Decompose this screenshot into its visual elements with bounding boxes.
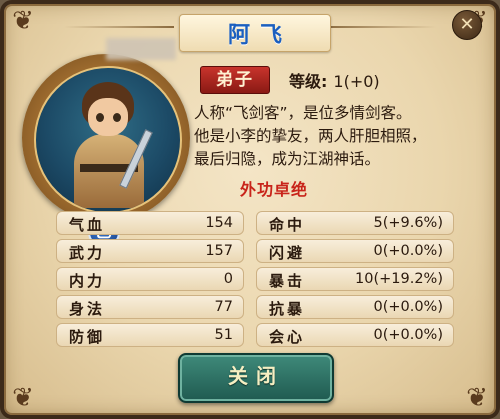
corner-ornament-icon: ❦: [466, 383, 488, 413]
stat-name: 气血: [69, 216, 106, 234]
stat-name: 暴击: [269, 272, 306, 290]
description-line: 他是小李的挚友，两人肝胆相照，: [194, 127, 427, 145]
skill-label: 外功卓绝: [240, 180, 309, 199]
description-line: 最后归隐，成为江湖神话。: [194, 150, 381, 168]
character-name: 阿飞: [227, 23, 292, 48]
stat-value: 0(+0.0%): [373, 327, 443, 343]
role-tag: 弟子: [200, 66, 270, 94]
close-icon[interactable]: ✕: [452, 10, 482, 40]
character-eye: [96, 113, 104, 122]
corner-ornament-icon: ❦: [12, 6, 34, 36]
stat-row: 防御 51: [56, 323, 244, 347]
stat-value: 51: [214, 327, 233, 343]
stat-name: 武力: [69, 244, 106, 262]
character-description: 人称“飞剑客”，是位多情剑客。 他是小李的挚友，两人肝胆相照， 最后归隐，成为江…: [194, 102, 486, 171]
description-line: 人称“飞剑客”，是位多情剑客。: [194, 104, 412, 122]
title-ornament: [64, 26, 174, 28]
title-ornament: [326, 26, 436, 28]
stat-value: 5(+9.6%): [373, 215, 443, 231]
character-info-panel: ❦ ❦ ❦ ❦ 阿飞 ✕ 乙 弟子 等级:1(+0) 人称“飞剑客”，是位多情剑…: [0, 0, 500, 419]
stat-row: 闪避 0(+0.0%): [256, 239, 454, 263]
level-value: 1(+0): [333, 72, 380, 91]
stat-row: 抗暴 0(+0.0%): [256, 295, 454, 319]
close-button[interactable]: 关闭: [178, 353, 334, 403]
stat-row: 身法 77: [56, 295, 244, 319]
stat-value: 77: [214, 299, 233, 315]
stat-value: 10(+19.2%): [355, 271, 443, 287]
stat-row: 会心 0(+0.0%): [256, 323, 454, 347]
corner-ornament-icon: ❦: [12, 383, 34, 413]
title-banner: 阿飞: [179, 14, 331, 52]
portrait-frame: 乙: [22, 54, 190, 248]
stat-value: 154: [205, 215, 233, 231]
character-face: [88, 98, 128, 136]
stat-row: 气血 154: [56, 211, 244, 235]
stat-row: 暴击 10(+19.2%): [256, 267, 454, 291]
stat-name: 防御: [69, 328, 106, 346]
stat-name: 内力: [69, 272, 106, 290]
stat-name: 会心: [269, 328, 306, 346]
stat-name: 抗暴: [269, 300, 306, 318]
stat-value: 0(+0.0%): [373, 243, 443, 259]
stat-row: 内力 0: [56, 267, 244, 291]
stat-row: 武力 157: [56, 239, 244, 263]
stat-name: 命中: [269, 216, 306, 234]
stat-name: 身法: [69, 300, 106, 318]
stat-value: 0: [223, 271, 233, 287]
blurred-region: [106, 38, 176, 60]
character-eye: [113, 113, 121, 122]
stat-value: 157: [205, 243, 233, 259]
stat-row: 命中 5(+9.6%): [256, 211, 454, 235]
level-display: 等级: 1(+0): [289, 68, 380, 92]
stat-name: 闪避: [269, 244, 306, 262]
level-label: 等级:: [289, 72, 328, 91]
stat-value: 0(+0.0%): [373, 299, 443, 315]
character-portrait: [34, 66, 182, 214]
